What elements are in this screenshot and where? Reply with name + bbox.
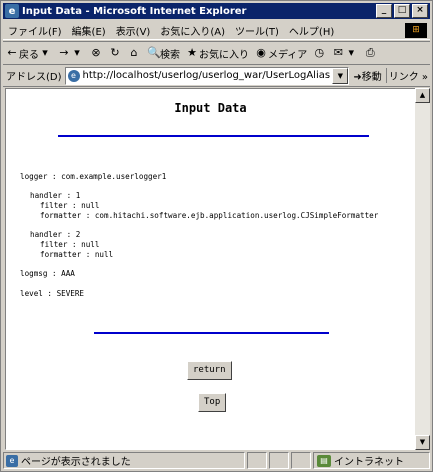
home-button[interactable]: ⌂ <box>125 47 144 59</box>
bottom-divider <box>94 332 329 334</box>
mail-button[interactable]: ✉ ▾ <box>329 47 361 59</box>
go-arrow-icon: ➜ <box>353 72 362 83</box>
favorites-button[interactable]: ★ お気に入り <box>183 46 252 61</box>
page-icon: e <box>67 69 80 82</box>
handler-2-line: handler : 2 <box>30 230 81 239</box>
stop-button[interactable]: ⊗ <box>87 47 106 59</box>
vertical-scrollbar[interactable]: ▲ ▼ <box>415 88 430 450</box>
logger-line: logger : com.example.userlogger1 <box>20 172 167 181</box>
links-button[interactable]: リンク » <box>385 68 430 83</box>
media-label: メディア <box>268 49 308 61</box>
menu-bar: ファイル(F) 編集(E) 表示(V) お気に入り(A) ツール(T) ヘルプ(… <box>3 21 430 40</box>
menu-edit[interactable]: 編集(E) <box>67 23 111 38</box>
handler-2-filter-line: filter : null <box>40 240 100 249</box>
window-title: Input Data - Microsoft Internet Explorer <box>22 5 247 17</box>
page-content: Input Data logger : com.example.userlogg… <box>5 88 416 450</box>
handler-1-formatter-line: formatter : com.hitachi.software.ejb.app… <box>40 211 379 220</box>
chevron-down-icon: ▾ <box>42 46 48 59</box>
intranet-icon: ▤ <box>317 454 331 467</box>
print-button[interactable]: ⎙ <box>361 47 380 59</box>
refresh-icon: ↻ <box>110 46 120 59</box>
close-button[interactable]: × <box>412 4 428 18</box>
status-message: ページが表示されました <box>21 457 131 468</box>
scroll-down-button[interactable]: ▼ <box>415 435 430 450</box>
chevron-down-icon: ▾ <box>74 46 80 59</box>
toolbar: ← 戻る ▾ → ▾ ⊗ ↻ ⌂ 🔍 検索 ★ お気に入り ◉ メディア ◷ ✉… <box>3 41 430 65</box>
mail-icon: ✉ <box>333 46 343 59</box>
refresh-button[interactable]: ↻ <box>106 47 125 59</box>
level-line: level : SEVERE <box>20 289 85 298</box>
logmsg-line: logmsg : AAA <box>20 269 75 278</box>
page-title: Input Data <box>174 101 247 115</box>
minimize-button[interactable]: _ <box>376 4 392 18</box>
media-button[interactable]: ◉ メディア <box>252 46 310 61</box>
favorites-label: お気に入り <box>199 49 249 61</box>
return-button[interactable]: return <box>187 361 232 380</box>
media-icon: ◉ <box>256 46 266 59</box>
search-icon: 🔍 <box>147 46 161 59</box>
search-button[interactable]: 🔍 検索 <box>144 46 183 61</box>
back-label: 戻る <box>19 49 39 61</box>
handler-1-filter-line: filter : null <box>40 201 100 210</box>
title-bar: e Input Data - Microsoft Internet Explor… <box>3 3 430 19</box>
status-message-panel: e ページが表示されました <box>3 452 245 469</box>
zone-label: イントラネット <box>334 457 404 468</box>
go-label: 移動 <box>361 72 382 83</box>
menu-favorites[interactable]: お気に入り(A) <box>155 23 230 38</box>
menu-help[interactable]: ヘルプ(H) <box>284 23 339 38</box>
address-dropdown-button[interactable]: ▼ <box>332 67 349 84</box>
status-cell <box>269 452 289 469</box>
address-label: アドレス(D) <box>6 72 62 83</box>
search-label: 検索 <box>160 49 180 61</box>
address-input[interactable]: e http://localhost/userlog/userlog_war/U… <box>64 66 350 85</box>
print-icon: ⎙ <box>365 46 375 59</box>
handler-1-line: handler : 1 <box>30 191 81 200</box>
back-button[interactable]: ← 戻る ▾ <box>3 46 55 61</box>
chevron-down-icon: ▾ <box>348 46 355 59</box>
address-url: http://localhost/userlog/userlog_war/Use… <box>82 70 331 81</box>
forward-arrow-icon: → <box>59 46 69 59</box>
status-bar: e ページが表示されました ▤ イントラネット <box>3 452 430 469</box>
go-button[interactable]: ➜移動 <box>349 68 385 83</box>
handler-2-formatter-line: formatter : null <box>40 250 114 259</box>
scroll-up-button[interactable]: ▲ <box>415 88 430 103</box>
stop-icon: ⊗ <box>91 46 101 59</box>
history-button[interactable]: ◷ <box>310 47 329 59</box>
back-arrow-icon: ← <box>7 46 17 59</box>
security-zone: ▤ イントラネット <box>313 452 430 469</box>
status-cell <box>291 452 311 469</box>
status-cell <box>247 452 267 469</box>
ie-icon: e <box>5 4 19 18</box>
address-bar: アドレス(D) e http://localhost/userlog/userl… <box>3 65 430 87</box>
home-icon: ⌂ <box>130 46 138 59</box>
maximize-button[interactable]: □ <box>394 4 410 18</box>
menu-tools[interactable]: ツール(T) <box>230 23 284 38</box>
history-icon: ◷ <box>314 46 325 59</box>
windows-logo-icon: ⊞ <box>405 22 427 38</box>
top-divider <box>58 135 369 137</box>
top-button[interactable]: Top <box>198 393 227 412</box>
menu-file[interactable]: ファイル(F) <box>3 23 67 38</box>
page-done-icon: e <box>6 454 18 467</box>
forward-button[interactable]: → ▾ <box>55 47 87 59</box>
menu-view[interactable]: 表示(V) <box>111 23 156 38</box>
favorites-icon: ★ <box>187 46 197 59</box>
browser-window: e Input Data - Microsoft Internet Explor… <box>0 0 433 472</box>
